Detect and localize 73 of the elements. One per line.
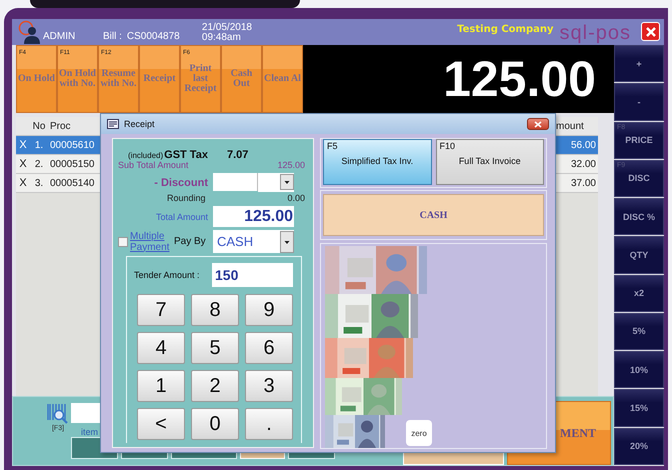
side-button[interactable]: DISC % [614, 198, 664, 236]
date-text: 21/05/2018 [202, 23, 252, 33]
discount-type-dropdown[interactable] [258, 173, 294, 192]
table-cell-text: X [18, 177, 28, 189]
zero-button[interactable]: zero [406, 420, 432, 446]
keypad-key[interactable]: 5 [191, 332, 239, 364]
column-header: mount [556, 120, 585, 132]
table-cell-text: X [18, 139, 28, 151]
side-button[interactable]: - [614, 83, 664, 121]
side-button[interactable]: 20% [614, 428, 664, 465]
close-icon [646, 26, 656, 36]
side-button[interactable]: QTY [614, 236, 664, 274]
side-button[interactable]: 10% [614, 351, 664, 388]
keypad-key[interactable]: 7 [137, 294, 185, 326]
keypad-key[interactable]: 0 [191, 408, 239, 440]
table-cell-text: 00005140 [49, 178, 96, 188]
gst-value: 7.07 [226, 149, 248, 161]
keypad-key[interactable]: 4 [137, 332, 185, 364]
subtotal-label: Sub Total Amount [118, 160, 188, 170]
discount-field[interactable] [213, 173, 258, 191]
pay-by-label: Pay By [174, 236, 207, 247]
pay-by-dropdown[interactable]: CASH [213, 230, 294, 253]
user-icon [18, 20, 42, 44]
table-cell-text: 56.00 [570, 140, 597, 150]
invoice-type-button[interactable]: F10 Full Tax Invoice [436, 139, 544, 185]
total-amount-field: 125.00 [213, 206, 294, 227]
hint-text: item [81, 427, 98, 437]
side-button[interactable]: x2 [614, 274, 664, 312]
rounding-label: Rounding [167, 193, 206, 203]
discount-label: - Discount [153, 176, 208, 188]
dialog-title: Receipt [124, 119, 155, 129]
table-cell-text: 1. [34, 140, 44, 150]
table-cell-text: 2. [34, 158, 44, 170]
column-header: Proc [49, 120, 72, 132]
total-label: Total Amount [154, 212, 208, 222]
time-text: 09:48am [202, 33, 242, 43]
table-cell-text: 37.00 [570, 178, 597, 188]
keypad-key[interactable]: 1 [137, 370, 185, 402]
close-icon [534, 120, 542, 128]
checkbox[interactable] [118, 236, 128, 246]
rounding-value: 0.00 [287, 193, 305, 203]
invoice-type-button[interactable]: F5 Simplified Tax Inv. [323, 139, 432, 185]
user-name: ADMIN [43, 31, 76, 42]
bill-label: Bill : [103, 31, 122, 42]
total-display: 125.00 [303, 45, 614, 113]
brand-logo: sql-pos [560, 21, 631, 45]
keypad-key[interactable]: < [137, 408, 185, 440]
keypad-key[interactable]: 6 [245, 332, 293, 364]
table-cell-text: 00005150 [49, 158, 96, 170]
side-button[interactable]: 15% [614, 389, 664, 427]
keypad-key[interactable]: 9 [245, 294, 293, 326]
keypad-key[interactable]: . [245, 408, 293, 440]
barcode-search-icon [47, 403, 69, 425]
keypad-key[interactable]: 3 [245, 370, 293, 402]
table-cell-text: 32.00 [570, 158, 597, 170]
gst-label: GST Tax [164, 149, 208, 161]
table-cell-text: X [18, 158, 28, 170]
keypad-key[interactable]: 2 [191, 370, 239, 402]
side-button[interactable]: + [614, 45, 664, 82]
table-cell-text: 3. [34, 178, 44, 188]
tender-label: Tender Amount : [134, 270, 201, 280]
tender-amount-field[interactable]: 150 [212, 263, 293, 287]
side-button[interactable]: 5% [614, 312, 664, 350]
close-button[interactable] [527, 118, 549, 130]
receipt-icon [107, 119, 119, 129]
company-name: Testing Company [457, 24, 554, 35]
subtotal-value: 125.00 [277, 160, 305, 170]
table-cell-text: 00005610 [49, 140, 96, 150]
bill-number: CS0004878 [126, 31, 181, 42]
payment-method-button[interactable]: CASH [323, 194, 544, 236]
gst-prefix: (included) [128, 150, 164, 160]
column-header: No [32, 120, 46, 132]
keypad-key[interactable]: 8 [191, 294, 239, 326]
